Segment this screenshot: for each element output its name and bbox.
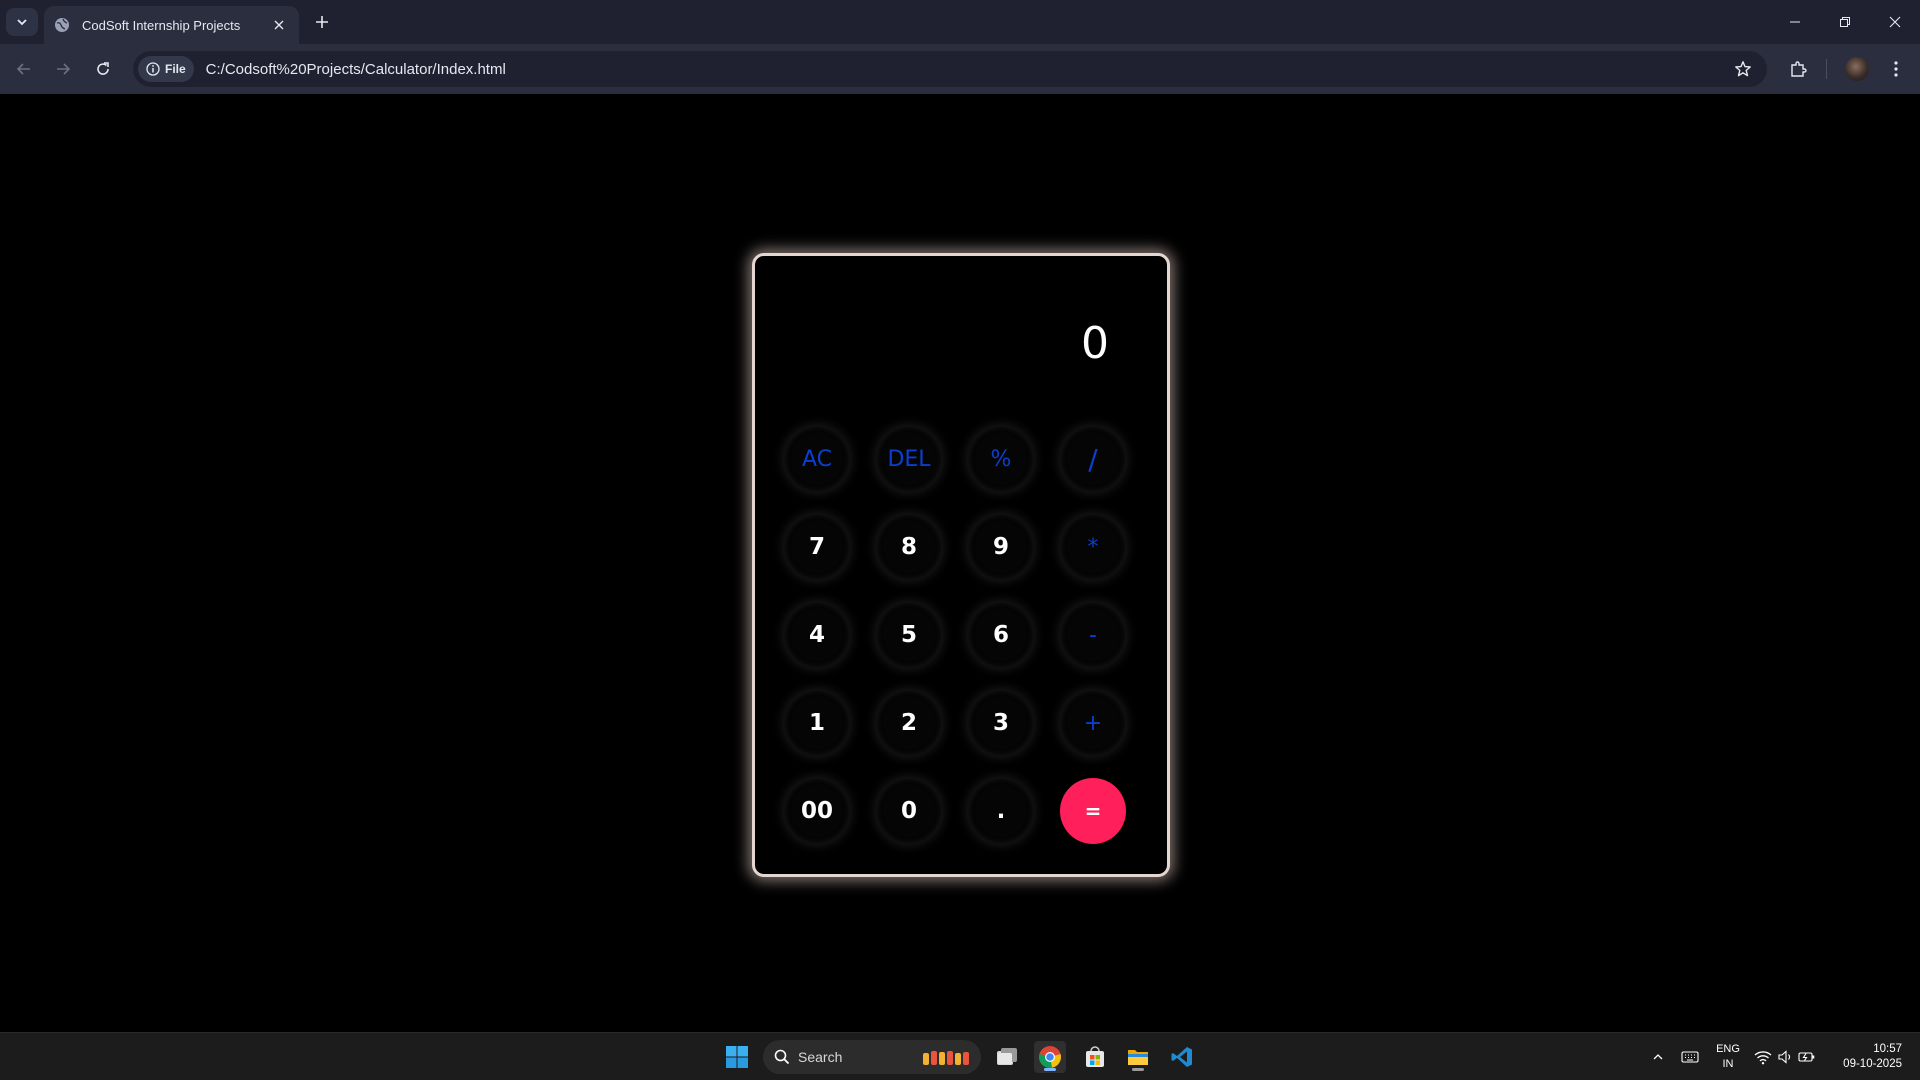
vscode-icon [1171, 1047, 1192, 1067]
digit-9-button[interactable]: 9 [968, 514, 1034, 580]
file-explorer-button[interactable] [1122, 1041, 1154, 1073]
taskbar-search[interactable]: Search [763, 1040, 981, 1074]
clock[interactable]: 10:57 09-10-2025 [1828, 1042, 1902, 1072]
restore-icon [1840, 17, 1850, 27]
wifi-icon [1754, 1051, 1772, 1065]
chrome-taskbar-button[interactable] [1034, 1041, 1066, 1073]
percent-button[interactable]: % [968, 426, 1034, 492]
minimize-icon [1790, 21, 1800, 23]
reload-icon [97, 62, 109, 75]
url-text[interactable]: C:/Codsoft%20Projects/Calculator/Index.h… [206, 61, 506, 78]
equals-button[interactable]: = [1060, 778, 1126, 844]
search-label: Search [798, 1049, 843, 1065]
arrow-left-icon [16, 63, 30, 75]
clock-date: 09-10-2025 [1843, 1058, 1902, 1070]
keyboard-icon [1681, 1051, 1699, 1063]
chip-label: File [165, 62, 186, 76]
tab-search-button[interactable] [6, 8, 38, 36]
start-button[interactable] [721, 1041, 753, 1073]
plus-icon [316, 16, 328, 28]
close-window-button[interactable] [1870, 0, 1920, 44]
decimal-button[interactable]: . [968, 778, 1034, 844]
delete-button[interactable]: DEL [876, 426, 942, 492]
digit-6-button[interactable]: 6 [968, 602, 1034, 668]
close-tab-icon[interactable] [269, 15, 289, 35]
touch-keyboard-button[interactable] [1674, 1041, 1706, 1073]
os-taskbar: Search ENG IN 10:57 09-10-2025 [0, 1032, 1920, 1080]
all-clear-button[interactable]: AC [784, 426, 850, 492]
task-view-icon [997, 1048, 1017, 1065]
digit-2-button[interactable]: 2 [876, 690, 942, 756]
bookmark-star-icon[interactable] [1733, 59, 1753, 79]
vscode-button[interactable] [1166, 1041, 1198, 1073]
store-button[interactable] [1079, 1041, 1111, 1073]
forward-button[interactable] [51, 57, 75, 81]
region-code: IN [1722, 1058, 1734, 1070]
quick-settings-button[interactable] [1749, 1041, 1821, 1073]
show-hidden-icons-button[interactable] [1642, 1041, 1674, 1073]
extensions-button[interactable] [1786, 57, 1810, 81]
browser-tab[interactable]: CodSoft Internship Projects [44, 6, 299, 44]
close-icon [1889, 16, 1901, 28]
chevron-up-icon [1653, 1054, 1663, 1060]
double-zero-button[interactable]: 00 [784, 778, 850, 844]
browser-menu-button[interactable] [1884, 57, 1908, 81]
new-tab-button[interactable] [310, 10, 334, 34]
reload-button[interactable] [91, 57, 115, 81]
search-highlight-icon [923, 1051, 969, 1065]
chevron-down-icon [17, 19, 27, 26]
digit-7-button[interactable]: 7 [784, 514, 850, 580]
clock-time: 10:57 [1873, 1043, 1902, 1055]
calculator-panel: 0 AC DEL % / 7 8 9 * 4 5 6 - 1 2 3 + 00 … [752, 253, 1170, 877]
address-bar[interactable]: File C:/Codsoft%20Projects/Calculator/In… [133, 51, 1767, 87]
language-code: ENG [1716, 1043, 1740, 1055]
globe-icon [54, 17, 70, 33]
store-bag-icon [1086, 1046, 1104, 1067]
digit-1-button[interactable]: 1 [784, 690, 850, 756]
task-view-button[interactable] [991, 1041, 1023, 1073]
digit-4-button[interactable]: 4 [784, 602, 850, 668]
info-icon [146, 62, 160, 76]
language-indicator[interactable]: ENG IN [1712, 1042, 1744, 1072]
chrome-icon [1039, 1046, 1061, 1068]
puzzle-icon [1791, 61, 1807, 77]
profile-avatar[interactable] [1845, 57, 1869, 81]
tab-title: CodSoft Internship Projects [82, 17, 241, 33]
digit-3-button[interactable]: 3 [968, 690, 1034, 756]
digit-0-button[interactable]: 0 [876, 778, 942, 844]
back-button[interactable] [12, 57, 36, 81]
calculator-display: 0 [1081, 318, 1109, 369]
kebab-menu-icon [1894, 61, 1898, 77]
battery-icon [1798, 1052, 1815, 1062]
arrow-right-icon [57, 63, 71, 75]
folder-icon [1128, 1050, 1148, 1065]
multiply-button[interactable]: * [1060, 514, 1126, 580]
minimize-button[interactable] [1770, 0, 1820, 44]
search-icon [774, 1049, 790, 1065]
browser-toolbar: File C:/Codsoft%20Projects/Calculator/In… [0, 44, 1920, 94]
restore-button[interactable] [1820, 0, 1870, 44]
plus-button[interactable]: + [1060, 690, 1126, 756]
digit-8-button[interactable]: 8 [876, 514, 942, 580]
volume-icon [1778, 1050, 1791, 1064]
active-indicator [1044, 1068, 1056, 1071]
site-info-chip[interactable]: File [138, 56, 194, 82]
page-viewport: 0 AC DEL % / 7 8 9 * 4 5 6 - 1 2 3 + 00 … [0, 94, 1920, 1032]
digit-5-button[interactable]: 5 [876, 602, 942, 668]
browser-titlebar: CodSoft Internship Projects [0, 0, 1920, 44]
windows-logo-icon [726, 1046, 748, 1068]
running-indicator [1132, 1068, 1144, 1071]
divide-button[interactable]: / [1060, 426, 1126, 492]
toolbar-divider [1826, 59, 1827, 79]
minus-button[interactable]: - [1060, 602, 1126, 668]
